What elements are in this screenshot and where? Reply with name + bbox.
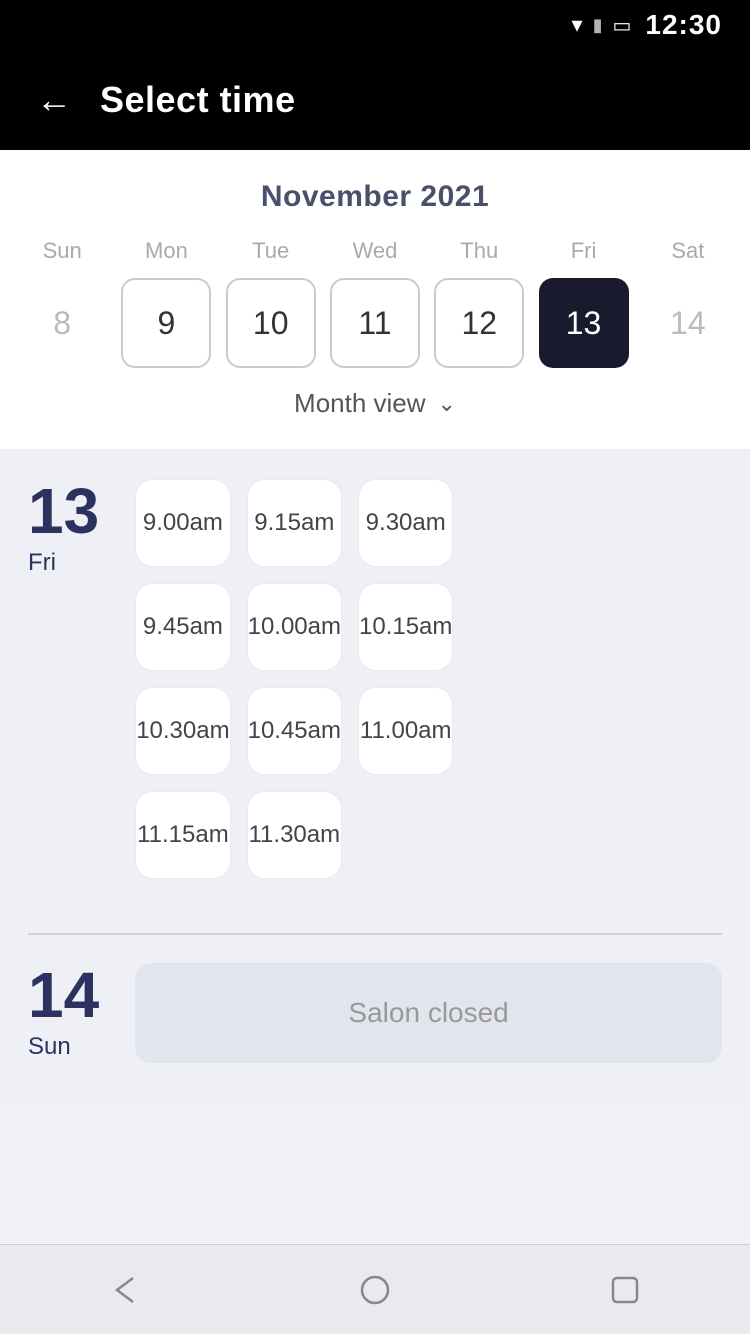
back-button[interactable]: ← — [36, 82, 72, 118]
weekday-sun: Sun — [17, 238, 107, 264]
weekdays-row: Sun Mon Tue Wed Thu Fri Sat — [0, 238, 750, 264]
day13-name: Fri — [28, 549, 99, 577]
day-cell-8[interactable]: 8 — [17, 278, 107, 368]
weekday-thu: Thu — [434, 238, 524, 264]
time-slot-1030[interactable]: 10.30am — [135, 687, 230, 775]
status-icons — [572, 12, 632, 38]
weekday-mon: Mon — [121, 238, 211, 264]
time-slot-1045[interactable]: 10.45am — [247, 687, 342, 775]
time-slot-1100[interactable]: 11.00am — [358, 687, 453, 775]
nav-back-button[interactable] — [95, 1260, 155, 1320]
day-cell-9[interactable]: 9 — [121, 278, 211, 368]
home-nav-icon — [355, 1270, 395, 1310]
month-label: November 2021 — [0, 180, 750, 214]
recent-nav-icon — [605, 1270, 645, 1310]
day14-info: 14 Sun — [28, 963, 99, 1061]
calendar-section: November 2021 Sun Mon Tue Wed Thu Fri Sa… — [0, 150, 750, 449]
weekday-sat: Sat — [643, 238, 733, 264]
time-slots-grid: 9.00am 9.15am 9.30am 9.45am 10.00am 10.1… — [135, 479, 453, 879]
day-cell-14[interactable]: 14 — [643, 278, 733, 368]
day13-header: 13 Fri 9.00am 9.15am 9.30am 9.45am 10.00… — [28, 479, 722, 879]
status-time: 12:30 — [645, 9, 722, 41]
day14-inner: 14 Sun Salon closed — [28, 963, 722, 1063]
day-cell-10[interactable]: 10 — [226, 278, 316, 368]
time-slot-1115[interactable]: 11.15am — [135, 791, 230, 879]
salon-closed-label: Salon closed — [135, 963, 722, 1063]
page-title: Select time — [100, 79, 296, 121]
time-slot-1000[interactable]: 10.00am — [247, 583, 342, 671]
time-slot-945[interactable]: 9.45am — [135, 583, 230, 671]
weekday-wed: Wed — [330, 238, 420, 264]
day-cell-13[interactable]: 13 — [539, 278, 629, 368]
time-slot-930[interactable]: 9.30am — [358, 479, 453, 567]
chevron-down-icon: ⌄ — [438, 391, 456, 417]
day-cell-11[interactable]: 11 — [330, 278, 420, 368]
back-nav-icon — [105, 1270, 145, 1310]
signal-icon — [593, 15, 603, 36]
time-slot-900[interactable]: 9.00am — [135, 479, 230, 567]
wifi-icon — [572, 12, 583, 38]
day13-number: 13 — [28, 479, 99, 543]
day13-section: 13 Fri 9.00am 9.15am 9.30am 9.45am 10.00… — [0, 449, 750, 931]
day14-section: 14 Sun Salon closed — [0, 935, 750, 1103]
time-slot-1130[interactable]: 11.30am — [247, 791, 342, 879]
month-view-label: Month view — [294, 388, 426, 419]
nav-home-button[interactable] — [345, 1260, 405, 1320]
day-cell-12[interactable]: 12 — [434, 278, 524, 368]
day14-name: Sun — [28, 1033, 99, 1061]
day14-number: 14 — [28, 963, 99, 1027]
app-header: ← Select time — [0, 50, 750, 150]
month-view-toggle[interactable]: Month view ⌄ — [0, 368, 750, 429]
weekday-tue: Tue — [226, 238, 316, 264]
time-slot-915[interactable]: 9.15am — [247, 479, 342, 567]
nav-recent-button[interactable] — [595, 1260, 655, 1320]
battery-icon — [612, 13, 631, 38]
bottom-nav — [0, 1244, 750, 1334]
time-slot-1015[interactable]: 10.15am — [358, 583, 453, 671]
days-row: 8 9 10 11 12 13 14 — [0, 278, 750, 368]
day13-info: 13 Fri — [28, 479, 99, 577]
weekday-fri: Fri — [539, 238, 629, 264]
status-bar: 12:30 — [0, 0, 750, 50]
